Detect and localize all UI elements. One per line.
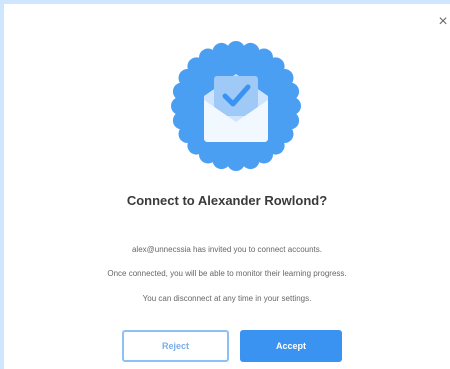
disconnect-message: You can disconnect at any time in your s… bbox=[142, 294, 312, 303]
reject-button[interactable]: Reject bbox=[122, 330, 229, 362]
dialog-title: Connect to Alexander Rowlond? bbox=[126, 193, 328, 208]
envelope-check-badge-icon bbox=[170, 40, 302, 172]
invite-message: alex@unnecssia has invited you to connec… bbox=[131, 245, 322, 254]
monitor-message: Once connected, you will be able to moni… bbox=[107, 269, 347, 278]
connect-dialog: × Connect to Alexander Rowlond? alex@unn… bbox=[4, 4, 450, 369]
close-icon[interactable]: × bbox=[436, 14, 450, 30]
accept-button[interactable]: Accept bbox=[240, 330, 342, 362]
